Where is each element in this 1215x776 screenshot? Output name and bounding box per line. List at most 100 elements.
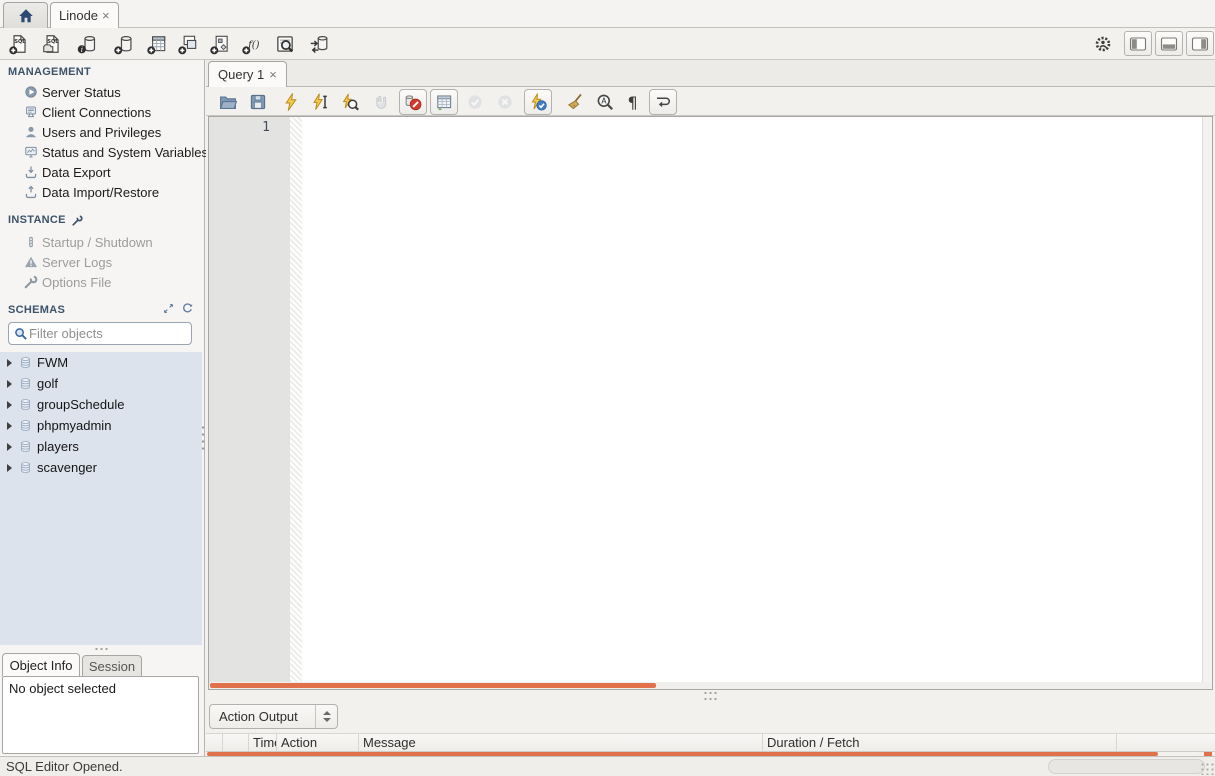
expander-triangle-icon[interactable] — [7, 442, 12, 451]
query-tab-bar: Query 1 × — [206, 60, 1215, 87]
toggle-sidebar-button[interactable] — [1124, 31, 1152, 56]
expander-triangle-icon[interactable] — [7, 400, 12, 409]
limit-rows-button[interactable] — [430, 89, 458, 115]
editor-text-area[interactable] — [302, 117, 1201, 682]
object-info-panel: No object selected — [2, 676, 199, 754]
explain-icon — [340, 92, 360, 112]
create-procedure-button[interactable] — [208, 32, 232, 56]
create-function-button[interactable]: f() — [240, 32, 264, 56]
schema-item-scavenger[interactable]: scavenger — [0, 457, 202, 478]
sidebar-item-label: Status and System Variables — [42, 144, 208, 160]
sidebar-item-users-and-privileges[interactable]: Users and Privileges — [0, 122, 204, 142]
find-button[interactable]: A — [593, 90, 617, 114]
save-icon — [248, 92, 268, 112]
sidebar-item-server-logs[interactable]: Server Logs — [0, 252, 204, 272]
schema-filter-input[interactable] — [29, 326, 205, 341]
output-column-header-duration-fetch: Duration / Fetch — [763, 734, 1117, 751]
panel-left-icon — [1128, 34, 1148, 54]
schema-item-groupschedule[interactable]: groupSchedule — [0, 394, 202, 415]
toggle-autocommit-button[interactable] — [524, 89, 552, 115]
table-plus-icon — [146, 33, 168, 55]
toggle-stop-on-error-button[interactable] — [399, 89, 427, 115]
svg-text:A: A — [601, 97, 607, 106]
data-export-icon — [22, 164, 40, 180]
server-logs-icon — [22, 254, 40, 270]
expander-triangle-icon[interactable] — [7, 421, 12, 430]
svg-text:SQL: SQL — [14, 39, 26, 45]
vertical-splitter-handle[interactable] — [200, 424, 206, 450]
schema-item-fwm[interactable]: FWM — [0, 352, 202, 373]
sidebar-item-label: Data Import/Restore — [42, 184, 160, 200]
schema-item-phpmyadmin[interactable]: phpmyadmin — [0, 415, 202, 436]
sidebar-splitter-handle[interactable] — [0, 645, 204, 653]
db-plus-icon — [113, 33, 135, 55]
new-sql-tab-button[interactable]: SQL — [7, 32, 31, 56]
sidebar-item-options-file[interactable]: Options File — [0, 272, 204, 292]
tab-object-info[interactable]: Object Info — [2, 653, 80, 676]
query-tab[interactable]: Query 1 × — [208, 61, 287, 87]
expander-triangle-icon[interactable] — [7, 463, 12, 472]
open-sql-script-button[interactable]: SQL — [40, 32, 64, 56]
tab-session[interactable]: Session — [82, 655, 142, 676]
resize-grip[interactable] — [1200, 762, 1214, 775]
inspect-database-button[interactable]: i — [75, 32, 99, 56]
status-bar: SQL Editor Opened. — [0, 756, 1215, 776]
view-plus-icon — [177, 33, 199, 55]
output-column-header-message: Message — [359, 734, 763, 751]
expander-triangle-icon[interactable] — [7, 358, 12, 367]
create-view-button[interactable] — [176, 32, 200, 56]
expand-panel-icon[interactable] — [162, 302, 175, 315]
stepper-arrows-icon[interactable] — [315, 705, 337, 728]
sql-editor: 1 — [208, 116, 1213, 690]
safety-status-button[interactable] — [1091, 32, 1115, 56]
output-splitter-handle[interactable] — [206, 690, 1215, 701]
sidebar-item-data-export[interactable]: Data Export — [0, 162, 204, 182]
schemas-section-title: SCHEMAS — [8, 302, 204, 318]
rollback-button — [493, 90, 517, 114]
sidebar-item-label: Server Status — [42, 84, 121, 100]
toggle-word-wrap-button[interactable] — [649, 89, 677, 115]
schema-item-players[interactable]: players — [0, 436, 202, 457]
beautify-query-button[interactable] — [563, 90, 587, 114]
object-info-text: No object selected — [9, 681, 116, 696]
refresh-schemas-icon[interactable] — [181, 302, 194, 315]
toggle-secondary-sidebar-button[interactable] — [1186, 31, 1214, 56]
close-icon[interactable]: × — [102, 9, 110, 22]
schema-filter[interactable] — [8, 322, 205, 345]
home-tab[interactable] — [3, 2, 48, 28]
db-schema-icon — [18, 418, 33, 433]
scrollbar-thumb[interactable] — [210, 683, 656, 688]
execute-current-statement-button[interactable] — [308, 90, 332, 114]
editor-horizontal-scrollbar[interactable] — [209, 682, 1212, 689]
search-table-data-button[interactable] — [273, 32, 297, 56]
query-tab-label: Query 1 — [218, 67, 265, 82]
schema-item-golf[interactable]: golf — [0, 373, 202, 394]
sidebar-item-status-and-system-variables[interactable]: Status and System Variables — [0, 142, 208, 162]
db-schema-icon — [18, 439, 33, 454]
output-type-select[interactable]: Action Output — [209, 704, 338, 729]
sidebar-item-server-status[interactable]: Server Status — [0, 82, 204, 102]
window-tab-bar: Linode × — [0, 0, 1215, 28]
svg-text:¶: ¶ — [628, 93, 638, 112]
execute-button[interactable] — [279, 90, 303, 114]
create-schema-button[interactable] — [112, 32, 136, 56]
toggle-invisible-characters-button[interactable]: ¶ — [621, 90, 645, 114]
sidebar-item-client-connections[interactable]: Client Connections — [0, 102, 204, 122]
toggle-output-area-button[interactable] — [1155, 31, 1183, 56]
stop-button — [369, 90, 393, 114]
reconnect-dbms-button[interactable] — [307, 32, 331, 56]
create-table-button[interactable] — [145, 32, 169, 56]
sidebar-item-label: Users and Privileges — [42, 124, 162, 140]
editor-vertical-scrollbar[interactable] — [1202, 117, 1212, 682]
sidebar-item-data-import-restore[interactable]: Data Import/Restore — [0, 182, 204, 202]
open-file-icon — [218, 92, 238, 112]
expander-triangle-icon[interactable] — [7, 379, 12, 388]
explain-button[interactable] — [338, 90, 362, 114]
sidebar-item-startup-shutdown[interactable]: Startup / Shutdown — [0, 232, 204, 252]
rollback-icon — [495, 92, 515, 112]
open-script-button[interactable] — [216, 90, 240, 114]
connection-tab[interactable]: Linode × — [50, 2, 119, 28]
sidebar-item-label: Startup / Shutdown — [42, 234, 153, 250]
close-icon[interactable]: × — [269, 68, 277, 81]
save-script-button[interactable] — [246, 90, 270, 114]
